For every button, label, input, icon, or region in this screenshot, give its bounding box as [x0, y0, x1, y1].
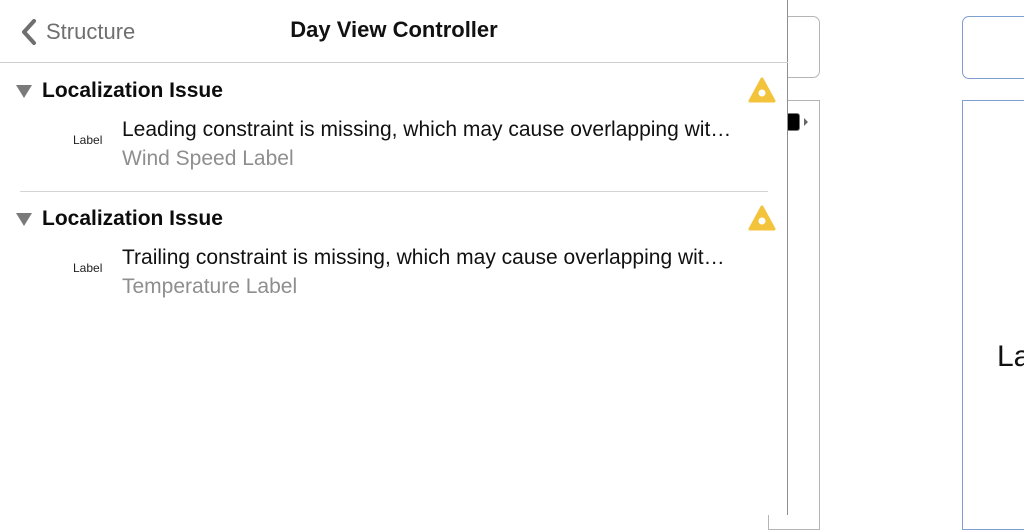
canvas-selected-view[interactable]	[962, 100, 1024, 530]
object-type-tag: Label	[73, 261, 103, 275]
issue-subject: Wind Speed Label	[122, 147, 294, 170]
warning-icon	[748, 205, 776, 233]
section-divider	[20, 191, 768, 192]
issue-category-title: Localization Issue	[42, 79, 223, 102]
warning-icon	[748, 77, 776, 105]
page-title: Day View Controller	[290, 17, 498, 42]
disclosure-triangle-icon[interactable]	[14, 209, 34, 229]
canvas-switch-control[interactable]	[786, 113, 800, 131]
issue-message: Leading constraint is missing, which may…	[122, 118, 732, 141]
navigation-bar: Structure Day View Controller	[0, 0, 788, 63]
issue-row[interactable]: Label Trailing constraint is missing, wh…	[0, 244, 788, 304]
issue-category-title: Localization Issue	[42, 207, 223, 230]
issues-popover: Structure Day View Controller Localizati…	[0, 0, 788, 515]
issue-section-header[interactable]: Localization Issue	[14, 204, 223, 234]
disclosure-triangle-icon[interactable]	[14, 81, 34, 101]
canvas-switch-arrow-icon	[804, 118, 808, 126]
issue-section-header[interactable]: Localization Issue	[14, 76, 223, 106]
canvas-label-text[interactable]: La	[997, 340, 1024, 374]
canvas-selected-view-top[interactable]	[962, 16, 1024, 79]
storyboard-canvas[interactable]: La	[768, 0, 1024, 530]
issue-message: Trailing constraint is missing, which ma…	[122, 246, 732, 269]
issue-row[interactable]: Label Leading constraint is missing, whi…	[0, 116, 788, 176]
object-type-tag: Label	[73, 133, 103, 147]
issue-subject: Temperature Label	[122, 275, 298, 298]
